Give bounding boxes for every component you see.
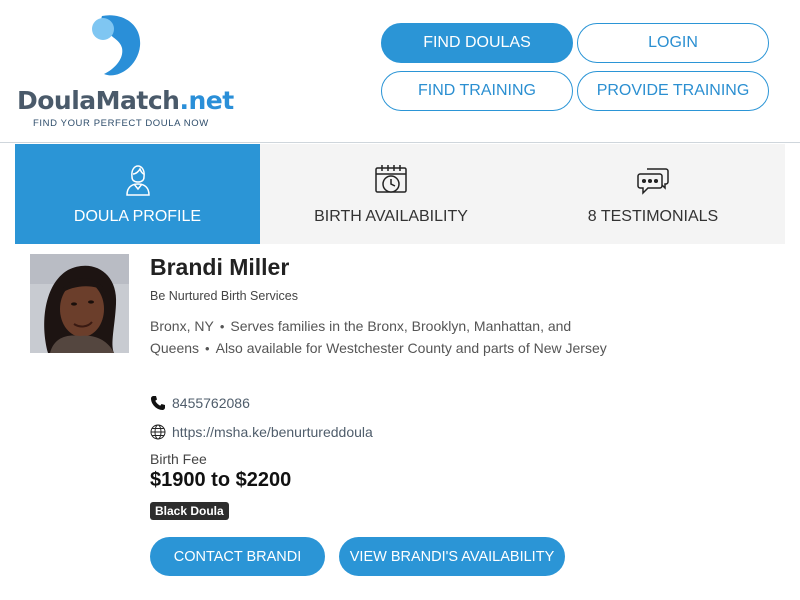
globe-icon <box>150 424 166 440</box>
contact-button[interactable]: CONTACT BRANDI <box>150 537 325 576</box>
logo-tagline: FIND YOUR PERFECT DOULA NOW <box>33 118 209 129</box>
phone-icon <box>151 396 165 410</box>
doula-name: Brandi Miller <box>150 254 290 280</box>
tab-label: BIRTH AVAILABILITY <box>314 208 468 225</box>
website-row[interactable]: https://msha.ke/benurtureddoula <box>150 422 373 442</box>
view-availability-button[interactable]: VIEW BRANDI'S AVAILABILITY <box>339 537 565 576</box>
service-area: Bronx, NY • Serves families in the Bronx, … <box>150 316 610 359</box>
tab-testimonials[interactable]: 8 TESTIMONIALS <box>522 144 784 244</box>
phone-number[interactable]: 8455762086 <box>172 395 250 411</box>
phone-row[interactable]: 8455762086 <box>150 393 250 413</box>
black-doula-badge: Black Doula <box>150 502 229 520</box>
profile-tabs: DOULA PROFILE BIRTH AVAILABILITY 8 TESTI… <box>15 144 785 244</box>
site-header: DoulaMatch.net FIND YOUR PERFECT DOULA N… <box>0 0 800 143</box>
birth-fee-value: $1900 to $2200 <box>150 469 292 491</box>
login-button[interactable]: LOGIN <box>577 23 769 63</box>
logo-icon[interactable] <box>88 12 144 80</box>
tab-label: DOULA PROFILE <box>73 208 202 225</box>
business-name: Be Nurtured Birth Services <box>150 289 298 303</box>
location-text: Bronx, NY <box>150 318 214 334</box>
chat-bubbles-icon <box>637 168 669 195</box>
find-doulas-button[interactable]: FIND DOULAS <box>381 23 573 63</box>
avatar <box>30 254 129 353</box>
tab-doula-profile[interactable]: DOULA PROFILE <box>15 144 260 244</box>
website-link[interactable]: https://msha.ke/benurtureddoula <box>172 424 373 440</box>
separator-dot: • <box>219 319 225 334</box>
calendar-clock-icon <box>375 165 407 193</box>
provide-training-button[interactable]: PROVIDE TRAINING <box>577 71 769 111</box>
separator-dot: • <box>205 340 210 356</box>
logo-wordmark[interactable]: DoulaMatch.net <box>17 86 234 115</box>
tab-label: 8 TESTIMONIALS <box>587 208 719 225</box>
birth-fee-label: Birth Fee <box>150 451 207 467</box>
service-area-secondary: Also available for Westchester County an… <box>215 339 607 356</box>
tab-birth-availability[interactable]: BIRTH AVAILABILITY <box>260 144 522 244</box>
doula-person-icon <box>125 165 150 196</box>
find-training-button[interactable]: FIND TRAINING <box>381 71 573 111</box>
